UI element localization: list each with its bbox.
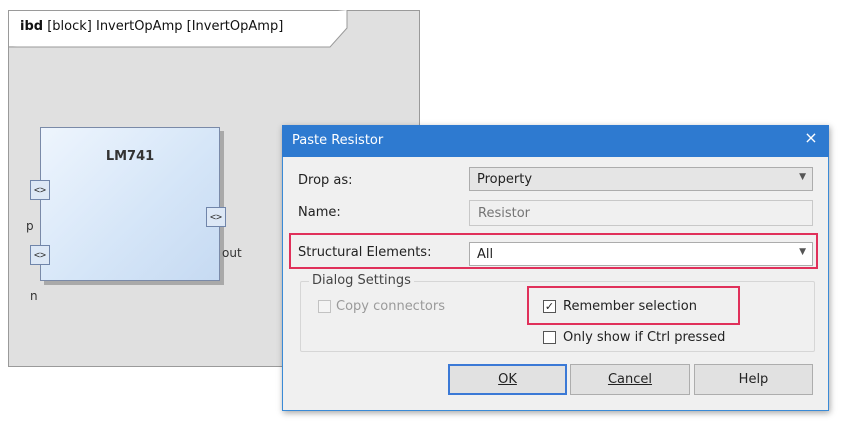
structural-elements-value: All xyxy=(477,246,494,262)
chevron-down-icon: ▼ xyxy=(799,247,806,257)
name-field[interactable] xyxy=(469,200,813,226)
cancel-button[interactable]: Cancel xyxy=(570,364,690,395)
port-n-icon[interactable]: <> xyxy=(30,245,50,265)
frame-name: [block] InvertOpAmp [InvertOpAmp] xyxy=(47,19,284,34)
frame-title: ibd [block] InvertOpAmp [InvertOpAmp] xyxy=(20,19,283,34)
ok-button-label: OK xyxy=(498,372,517,387)
remember-selection-label[interactable]: Remember selection xyxy=(563,299,697,314)
port-out-icon[interactable]: <> xyxy=(206,207,226,227)
port-n-label: n xyxy=(30,289,38,303)
drop-as-value: Property xyxy=(477,171,533,187)
copy-connectors-checkbox[interactable] xyxy=(318,300,331,313)
cancel-button-label: Cancel xyxy=(607,372,653,387)
help-button[interactable]: Help xyxy=(694,364,813,395)
dialog-title: Paste Resistor xyxy=(292,133,384,148)
help-button-label: Help xyxy=(738,372,769,387)
ok-button[interactable]: OK xyxy=(448,364,567,395)
structural-elements-label: Structural Elements: xyxy=(298,245,432,260)
dialog-settings-label: Dialog Settings xyxy=(309,273,414,288)
only-ctrl-checkbox[interactable] xyxy=(543,331,556,344)
port-p-icon[interactable]: <> xyxy=(30,180,50,200)
copy-connectors-label[interactable]: Copy connectors xyxy=(336,299,445,314)
only-ctrl-label[interactable]: Only show if Ctrl pressed xyxy=(563,330,725,345)
frame-kind: ibd xyxy=(20,19,44,34)
port-out-label: out xyxy=(222,246,242,260)
close-icon[interactable]: × xyxy=(796,126,826,148)
check-icon: ✓ xyxy=(544,300,555,313)
structural-elements-select[interactable]: All ▼ xyxy=(469,242,813,266)
port-p-label: p xyxy=(26,219,34,233)
drop-as-label: Drop as: xyxy=(298,173,353,188)
drop-as-select[interactable]: Property ▼ xyxy=(469,167,813,191)
chevron-down-icon: ▼ xyxy=(799,172,806,182)
block-name: LM741 xyxy=(105,149,155,164)
name-label: Name: xyxy=(298,205,341,220)
remember-selection-checkbox[interactable]: ✓ xyxy=(543,300,556,313)
